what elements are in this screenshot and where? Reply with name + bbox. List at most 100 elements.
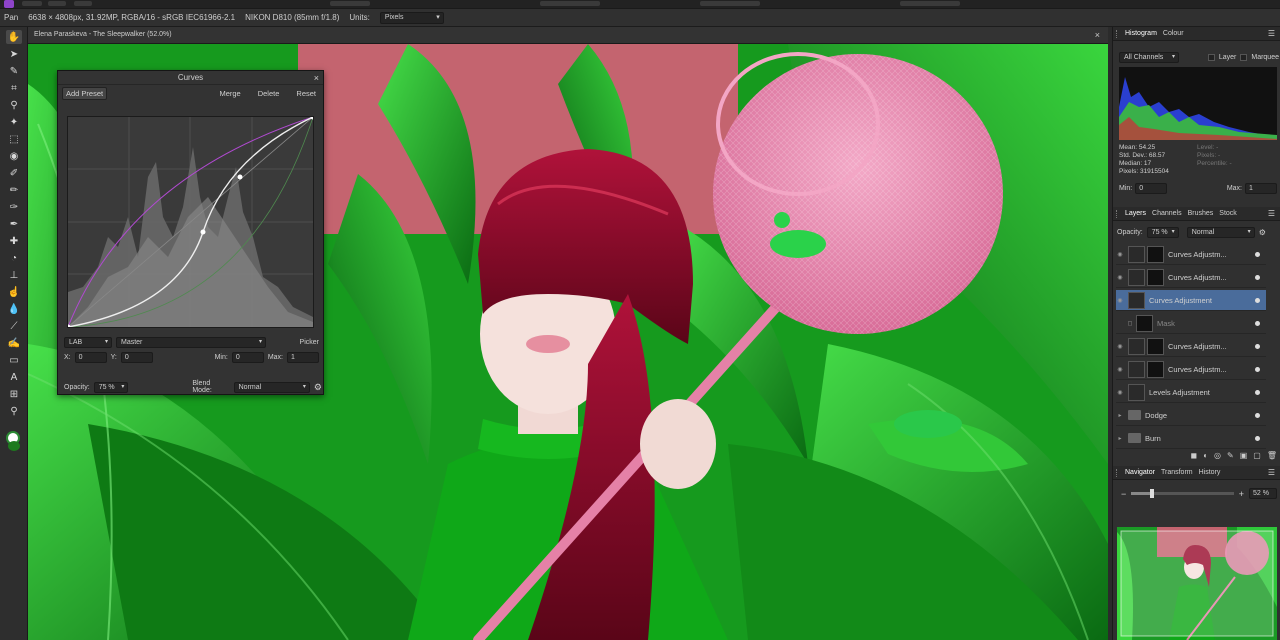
layer-row[interactable]: ◉ Curves Adjustm... [1116, 244, 1266, 265]
stamp-tool-icon[interactable]: ⊥ [6, 268, 22, 282]
zoom-slider[interactable] [1131, 489, 1234, 498]
fx-icon[interactable]: ✎ [1227, 451, 1234, 460]
close-icon[interactable]: × [1095, 30, 1100, 40]
layer-visible-dot[interactable] [1255, 389, 1260, 395]
text-tool-icon[interactable]: A [6, 370, 22, 384]
blemish-tool-icon[interactable]: ✚ [6, 234, 22, 248]
channel-select[interactable]: Master [116, 337, 266, 348]
selection-brush-icon[interactable]: ⚲ [6, 98, 22, 112]
tab-history[interactable]: History [1199, 469, 1221, 476]
layer-visible-dot[interactable] [1255, 274, 1260, 280]
layer-row[interactable]: ▸ Dodge [1116, 405, 1266, 426]
fill-tool-icon[interactable]: ◉ [6, 149, 22, 163]
layer-row[interactable]: ◉ Curves Adjustm... [1116, 336, 1266, 357]
hist-min-input[interactable]: 0 [1135, 183, 1168, 194]
layer-opacity-select[interactable]: 75 % [1146, 227, 1179, 238]
layer-visible-dot[interactable] [1255, 251, 1260, 257]
min-input[interactable]: 0 [231, 352, 264, 363]
opacity-select[interactable]: 75 % [93, 381, 129, 393]
layer-row[interactable]: ◉ Levels Adjustment [1116, 382, 1266, 403]
background-color[interactable] [8, 441, 20, 451]
marquee-checkbox[interactable] [1240, 54, 1248, 61]
toolbar-stub[interactable] [540, 1, 600, 6]
document-tab[interactable]: Elena Paraskeva - The Sleepwalker (52.0%… [28, 27, 1108, 44]
units-select[interactable]: Pixels [379, 11, 444, 24]
live-filter-icon[interactable]: ◎ [1214, 451, 1221, 460]
close-icon[interactable]: × [314, 71, 319, 85]
paint-brush-icon[interactable]: ✐ [6, 166, 22, 180]
tab-layers[interactable]: Layers [1125, 210, 1146, 217]
x-input[interactable]: 0 [74, 352, 107, 363]
colorspace-select[interactable]: LAB [64, 337, 112, 348]
toolbar-stub[interactable] [900, 1, 960, 6]
menu-stub[interactable] [48, 1, 66, 6]
group-icon[interactable]: ▣ [1240, 451, 1248, 460]
visibility-icon[interactable]: ◉ [1116, 251, 1124, 258]
marquee-tool-icon[interactable]: ⬚ [6, 132, 22, 146]
zoom-tool-icon[interactable]: ⚲ [6, 404, 22, 418]
delete-button[interactable]: Delete [255, 88, 283, 99]
panel-grip-icon[interactable] [1116, 210, 1118, 218]
trash-icon[interactable]: 🗑 [1267, 451, 1277, 460]
tab-stock[interactable]: Stock [1219, 210, 1237, 217]
visibility-icon[interactable]: ◉ [1116, 343, 1124, 350]
mask-layer-icon[interactable]: ◼ [1191, 451, 1198, 460]
blur-tool-icon[interactable]: 💧 [6, 302, 22, 316]
flood-select-icon[interactable]: ✦ [6, 115, 22, 129]
hist-max-input[interactable]: 1 [1245, 183, 1277, 194]
histogram-channel-select[interactable]: All Channels [1119, 52, 1179, 63]
tab-histogram[interactable]: Histogram [1125, 30, 1157, 37]
panel-grip-icon[interactable] [1116, 469, 1118, 477]
layer-visible-dot[interactable] [1255, 366, 1260, 372]
layer-visible-dot[interactable] [1255, 320, 1260, 326]
layer-blend-select[interactable]: Normal [1186, 227, 1255, 238]
visibility-icon[interactable]: ◉ [1116, 389, 1124, 396]
tab-navigator[interactable]: Navigator [1125, 469, 1155, 476]
erase-brush-icon[interactable]: ✏ [6, 183, 22, 197]
crop-tool-icon[interactable]: ⌗ [6, 81, 22, 95]
layer-visible-dot[interactable] [1255, 412, 1260, 418]
picker-button[interactable]: Picker [300, 339, 319, 346]
zoom-in-button[interactable]: + [1239, 489, 1244, 499]
pan-tool-icon[interactable]: ✋ [6, 30, 22, 44]
shape-tool-icon[interactable]: ▭ [6, 353, 22, 367]
menu-stub[interactable] [22, 1, 42, 6]
layer-visible-dot[interactable] [1255, 435, 1260, 441]
color-well[interactable] [6, 431, 22, 453]
clone-brush-icon[interactable]: ✒ [6, 217, 22, 231]
toolbar-stub[interactable] [330, 1, 370, 6]
max-input[interactable]: 1 [287, 352, 319, 363]
layer-row[interactable]: ◉ Curves Adjustm... [1116, 359, 1266, 380]
layer-row[interactable]: ◉ Curves Adjustm... [1116, 267, 1266, 288]
merge-button[interactable]: Merge [216, 88, 243, 99]
layer-visible-dot[interactable] [1255, 343, 1260, 349]
panel-menu-icon[interactable]: ☰ [1268, 29, 1275, 38]
gear-icon[interactable]: ⚙ [314, 382, 322, 393]
menu-stub[interactable] [74, 1, 92, 6]
panel-menu-icon[interactable]: ☰ [1268, 209, 1275, 218]
layer-row[interactable]: ◻ Mask [1116, 313, 1266, 334]
layer-row[interactable]: ▸ Burn [1116, 428, 1266, 449]
mesh-warp-icon[interactable]: ⊞ [6, 387, 22, 401]
visibility-icon[interactable]: ◉ [1116, 297, 1124, 304]
red-eye-tool-icon[interactable]: ◔ [6, 251, 22, 265]
tab-transform[interactable]: Transform [1161, 469, 1193, 476]
toolbar-stub[interactable] [700, 1, 760, 6]
add-preset-button[interactable]: Add Preset [62, 87, 108, 100]
layer-visible-dot[interactable] [1255, 297, 1260, 303]
panel-menu-icon[interactable]: ☰ [1268, 468, 1275, 477]
expand-icon[interactable]: ▸ [1116, 435, 1124, 442]
zoom-value[interactable]: 52 % [1249, 488, 1277, 499]
curves-graph[interactable] [65, 114, 316, 330]
add-pixel-layer-icon[interactable]: ▢ [1253, 451, 1261, 460]
affinity-photo-logo-icon[interactable] [4, 0, 14, 8]
reset-button[interactable]: Reset [293, 88, 319, 99]
y-input[interactable]: 0 [120, 352, 153, 363]
sharpen-tool-icon[interactable]: ⟋ [6, 319, 22, 333]
visibility-icon[interactable]: ◉ [1116, 366, 1124, 373]
layer-row-selected[interactable]: ◉ Curves Adjustment [1116, 290, 1266, 311]
navigator-preview[interactable] [1117, 527, 1277, 640]
smudge-tool-icon[interactable]: ☝ [6, 285, 22, 299]
tab-channels[interactable]: Channels [1152, 210, 1182, 217]
layer-checkbox[interactable] [1207, 54, 1215, 61]
